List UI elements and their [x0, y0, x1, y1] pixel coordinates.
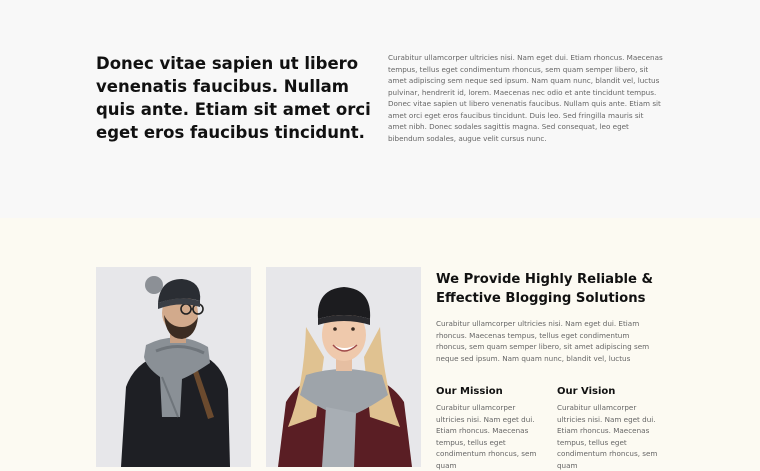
intro-paragraph: Curabitur ullamcorper ultricies nisi. Na…	[388, 53, 663, 143]
intro-heading: Donec vitae sapien ut libero venenatis f…	[96, 54, 371, 142]
mission-block: Our Mission Curabitur ullamcorper ultric…	[436, 385, 546, 471]
features-paragraph: Curabitur ullamcorper ultricies nisi. Na…	[436, 319, 650, 363]
team-photo-man	[96, 267, 251, 467]
vision-title: Our Vision	[557, 386, 616, 397]
vision-text: Curabitur ullamcorper ultricies nisi. Na…	[557, 403, 658, 470]
mission-title: Our Mission	[436, 386, 503, 397]
intro-section: Donec vitae sapien ut libero venenatis f…	[0, 0, 760, 218]
features-title: We Provide Highly Reliable & Effective B…	[436, 272, 654, 306]
team-photo-woman	[266, 267, 421, 467]
features-section: We Provide Highly Reliable & Effective B…	[0, 218, 760, 470]
vision-block: Our Vision Curabitur ullamcorper ultrici…	[557, 385, 667, 471]
mission-text: Curabitur ullamcorper ultricies nisi. Na…	[436, 403, 537, 470]
